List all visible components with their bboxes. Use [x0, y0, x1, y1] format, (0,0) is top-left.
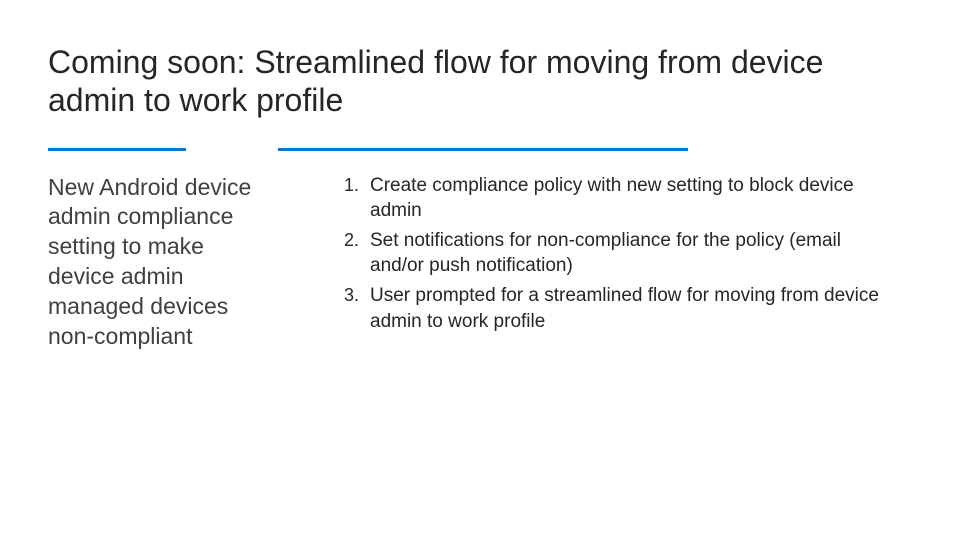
accent-divider	[48, 148, 912, 151]
right-column: Create compliance policy with new settin…	[278, 173, 898, 352]
step-item: Create compliance policy with new settin…	[364, 173, 898, 224]
left-column: New Android device admin compliance sett…	[48, 173, 278, 352]
steps-list: Create compliance policy with new settin…	[338, 173, 898, 335]
slide-title: Coming soon: Streamlined flow for moving…	[48, 44, 912, 120]
accent-right-bar	[278, 148, 688, 151]
accent-left-bar	[48, 148, 186, 151]
step-item: User prompted for a streamlined flow for…	[364, 283, 898, 334]
subheading: New Android device admin compliance sett…	[48, 173, 262, 352]
step-item: Set notifications for non-compliance for…	[364, 228, 898, 279]
content-columns: New Android device admin compliance sett…	[48, 173, 912, 352]
